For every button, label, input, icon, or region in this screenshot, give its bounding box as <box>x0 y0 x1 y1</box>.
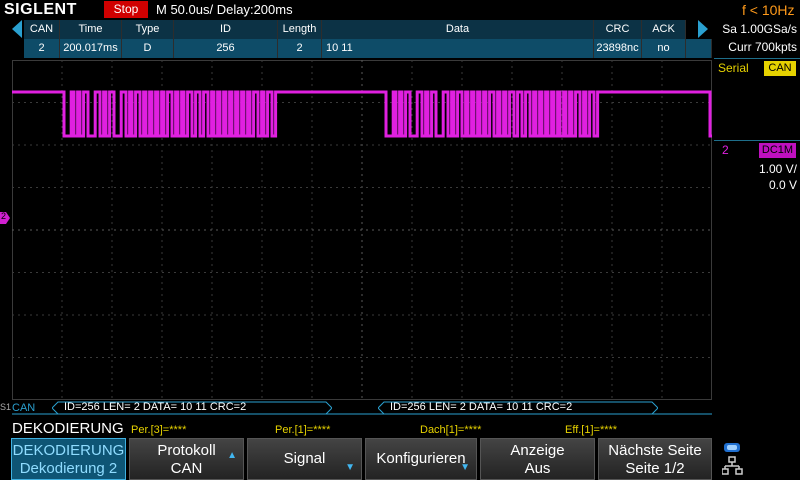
cell-crc: 23898nc <box>594 39 642 58</box>
col-header-data: Data <box>322 20 594 39</box>
ch2-level-marker[interactable]: 2 <box>0 212 10 224</box>
timebase-value: M 50.0us/ <box>156 2 214 17</box>
ch2-scale: 1.00 V/ <box>758 162 797 176</box>
col-header-type: Type <box>122 20 174 39</box>
ch2-coupling-chip: DC1M <box>759 143 796 158</box>
col-header-can: CAN <box>24 20 60 39</box>
ch2-offset: 0.0 V <box>768 178 797 192</box>
col-header-time: Time <box>60 20 122 39</box>
cell-filler <box>686 39 712 58</box>
status-icons <box>722 443 743 475</box>
menu-title: DEKODIERUNG <box>12 420 124 437</box>
top-status-bar: SIGLENT Stop M 50.0us/ Delay:200ms f < 1… <box>0 0 800 20</box>
softkey-menu: DEKODIERUNG Dekodierung 2 Protokoll CAN … <box>0 438 800 480</box>
serial-protocol-chip: CAN <box>764 61 796 76</box>
sample-rate: Sa 1.00GSa/s <box>722 22 797 36</box>
col-header-id: ID <box>174 20 278 39</box>
memory-depth: Curr 700kpts <box>728 40 797 54</box>
s1-label: S1 <box>0 402 12 412</box>
measure-stat-2: Per.[1]=**** <box>275 424 331 436</box>
decode-table: CAN Time Type ID Length Data CRC ACK 2 2… <box>12 20 712 58</box>
cell-data: 10 11 <box>322 39 594 58</box>
col-header-crc: CRC <box>594 20 642 39</box>
serial-label: Serial <box>718 61 749 75</box>
down-arrow-icon: ▼ <box>460 462 470 473</box>
signal-softkey[interactable]: Signal ▼ <box>247 438 362 480</box>
up-arrow-icon: ▲ <box>227 450 237 461</box>
col-header-ack: ACK <box>642 20 686 39</box>
cell-length: 2 <box>278 39 322 58</box>
measure-stat-4: Eff.[1]=**** <box>565 424 618 436</box>
menu-header: DEKODIERUNG Per.[3]=**** Per.[1]=**** Da… <box>0 420 800 438</box>
run-state-badge[interactable]: Stop <box>104 1 148 18</box>
cell-time: 200.017ms <box>60 39 122 58</box>
decode-softkey[interactable]: DEKODIERUNG Dekodierung 2 <box>11 438 126 480</box>
siglent-logo: SIGLENT <box>4 1 77 18</box>
cell-id: 256 <box>174 39 278 58</box>
cell-type: D <box>122 39 174 58</box>
bus-baseline <box>12 413 712 415</box>
scroll-right-icon[interactable] <box>690 20 710 39</box>
col-header-length: Length <box>278 20 322 39</box>
waveform-area <box>12 60 712 400</box>
display-softkey[interactable]: Anzeige Aus <box>480 438 595 480</box>
trigger-frequency[interactable]: f < 10Hz <box>742 0 795 20</box>
measure-stat-1: Per.[3]=**** <box>131 424 187 436</box>
bus-decode-row: CAN ID=256 LEN= 2 DATA= 10 11 CRC=2 ID=2… <box>12 401 712 415</box>
cell-can: 2 <box>24 39 60 58</box>
scroll-left-icon[interactable] <box>12 20 24 58</box>
network-icon <box>722 456 743 475</box>
measure-stat-3: Dach[1]=**** <box>420 424 482 436</box>
delay-value: Delay:200ms <box>216 2 293 17</box>
timebase-readout[interactable]: M 50.0us/ Delay:200ms <box>156 0 293 20</box>
ch2-number: 2 <box>722 143 729 157</box>
down-arrow-icon: ▼ <box>345 462 355 473</box>
cell-ack: no <box>642 39 686 58</box>
next-page-softkey[interactable]: Nächste Seite Seite 1/2 <box>598 438 712 480</box>
configure-softkey[interactable]: Konfigurieren ▼ <box>365 438 477 480</box>
protocol-softkey[interactable]: Protokoll CAN ▲ <box>129 438 244 480</box>
usb-icon <box>724 443 740 452</box>
